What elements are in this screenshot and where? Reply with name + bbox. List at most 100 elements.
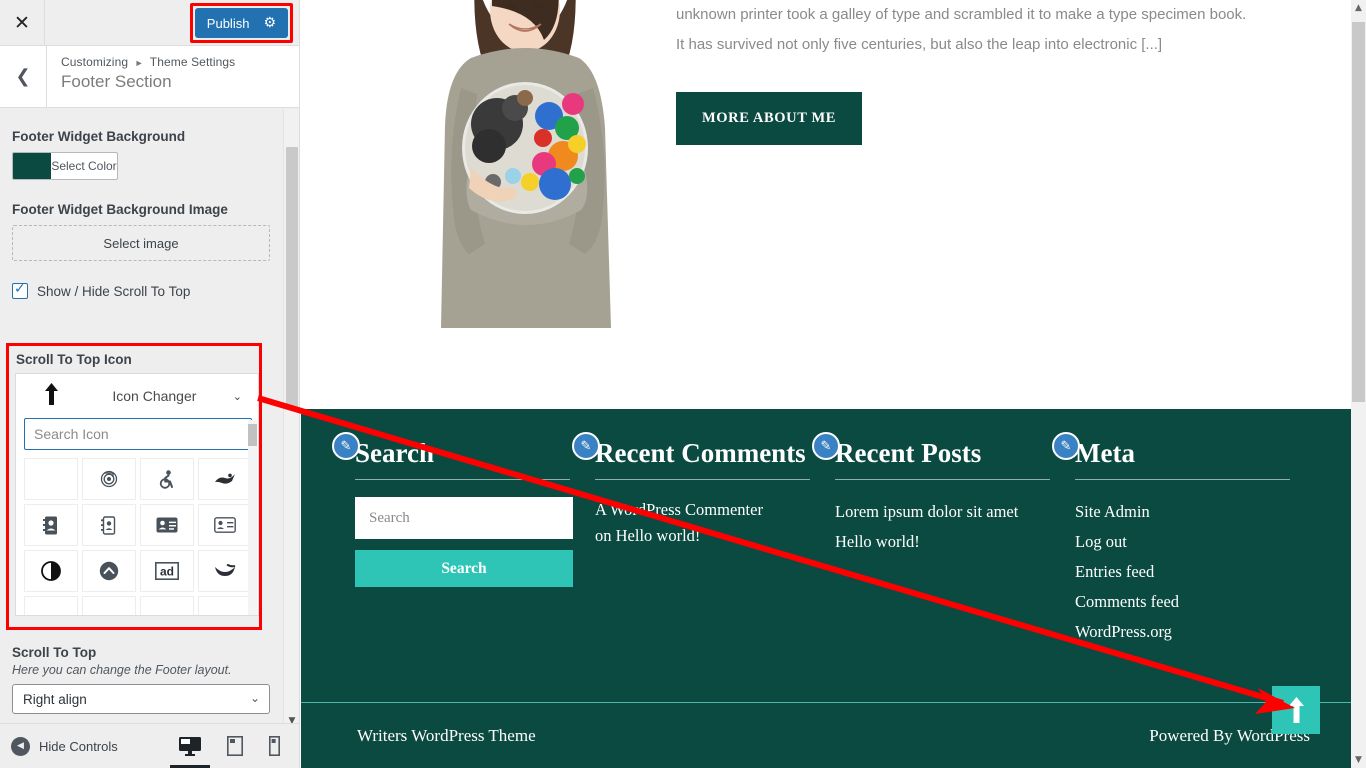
select-image-label: Select image: [103, 235, 179, 251]
icon-partial-2[interactable]: [82, 596, 136, 615]
list-item[interactable]: Site Admin: [1075, 497, 1315, 527]
icon-grid: ad: [16, 450, 258, 615]
footer-search-input[interactable]: [355, 497, 573, 539]
svg-text:ad: ad: [160, 564, 174, 578]
list-item[interactable]: Comments feed: [1075, 587, 1315, 617]
angle-up-circle-icon[interactable]: [82, 550, 136, 592]
widget-divider: [595, 479, 810, 480]
list-item[interactable]: Hello world!: [835, 527, 1075, 557]
address-book-outline-icon[interactable]: [82, 504, 136, 546]
icon-partial-1[interactable]: [24, 596, 78, 615]
widget-search: ✎ Search Search: [332, 432, 595, 647]
control-widget-background-image: Footer Widget Background Image Select im…: [12, 202, 288, 261]
footer-left-text: Writers WordPress Theme: [357, 725, 536, 745]
recent-comments-list: A WordPress Commenter on Hello world!: [595, 497, 835, 549]
scroll-to-top-button[interactable]: [1272, 686, 1320, 734]
wheelchair-accessible-icon[interactable]: [140, 458, 194, 500]
edit-pencil-icon[interactable]: ✎: [572, 432, 600, 460]
mobile-icon[interactable]: [269, 731, 280, 761]
swimmer-icon[interactable]: [198, 458, 252, 500]
select-image-button[interactable]: Select image: [12, 225, 270, 261]
back-button[interactable]: ❮: [0, 46, 47, 107]
icon-picker: Icon Changer ⌄ Search Icon ad: [15, 373, 259, 616]
publish-button[interactable]: Publish ⚙: [194, 8, 288, 38]
widget-recent-comments: ✎ Recent Comments A WordPress Commenter …: [572, 432, 835, 647]
collapse-arrow-icon: ◀: [11, 736, 30, 756]
site-preview: unknown printer took a galley of type an…: [301, 0, 1366, 768]
blank-icon[interactable]: [24, 458, 78, 500]
preview-scroll-thumb[interactable]: [1352, 22, 1365, 402]
customizer-scroll-thumb[interactable]: [286, 147, 298, 407]
more-about-me-button[interactable]: MORE ABOUT ME: [676, 92, 863, 145]
list-item[interactable]: WordPress.org: [1075, 617, 1315, 647]
fingerprint-icon[interactable]: [82, 458, 136, 500]
footer-bottom-bar: Writers WordPress Theme Powered By WordP…: [301, 703, 1366, 768]
breadcrumb-root: Customizing: [61, 55, 129, 69]
breadcrumb: Customizing ► Theme Settings: [61, 55, 235, 69]
breadcrumb-parent: Theme Settings: [149, 55, 236, 69]
list-item[interactable]: Lorem ipsum dolor sit amet: [835, 497, 1075, 527]
icon-picker-scrollbar[interactable]: [248, 420, 257, 615]
chevron-down-icon: ⌄: [249, 691, 260, 705]
ad-icon[interactable]: ad: [140, 550, 194, 592]
select-color-label: Select Color: [51, 159, 117, 173]
widget-background-label: Footer Widget Background: [12, 129, 186, 144]
scroll-up-arrow-icon[interactable]: ▲: [1351, 0, 1366, 16]
adn-icon[interactable]: [198, 550, 252, 592]
align-select[interactable]: Right align ⌄: [12, 684, 270, 714]
widget-divider: [355, 479, 570, 480]
widget-divider: [835, 479, 1050, 480]
icon-partial-4[interactable]: [198, 596, 252, 615]
hide-controls-label: Hide Controls: [39, 738, 118, 754]
desktop-icon[interactable]: [179, 731, 201, 761]
tablet-icon[interactable]: [227, 731, 243, 761]
address-card-outline-icon[interactable]: [198, 504, 252, 546]
list-item[interactable]: Log out: [1075, 527, 1315, 557]
address-book-solid-icon[interactable]: [24, 504, 78, 546]
edit-pencil-icon[interactable]: ✎: [1052, 432, 1080, 460]
control-widget-background: Footer Widget Background Select Color: [12, 129, 288, 180]
customizer-header: ✕ Publish ⚙: [0, 0, 299, 46]
section-header: ❮ Customizing ► Theme Settings Footer Se…: [0, 46, 299, 108]
search-icon-input[interactable]: [24, 418, 252, 450]
list-item[interactable]: on Hello world!: [595, 523, 835, 549]
widget-title: Search: [355, 438, 434, 468]
edit-pencil-icon[interactable]: ✎: [812, 432, 840, 460]
footer-search-button[interactable]: Search: [355, 550, 573, 587]
icon-changer-toggle[interactable]: Icon Changer ⌄: [16, 374, 258, 418]
icon-picker-scroll-thumb[interactable]: [248, 424, 257, 446]
chevron-down-icon: ⌄: [232, 389, 242, 403]
control-scroll-to-top-layout: Scroll To Top Here you can change the Fo…: [12, 645, 288, 714]
arrow-up-icon: [26, 382, 76, 410]
preview-scrollbar[interactable]: ▲ ▼: [1351, 0, 1366, 768]
scroll-down-arrow-icon[interactable]: ▼: [1351, 752, 1366, 768]
scroll-to-top-icon-highlight-box: Scroll To Top Icon Icon Changer ⌄ Search…: [6, 343, 262, 630]
widget-background-image-label: Footer Widget Background Image: [12, 202, 228, 217]
customizer-scrollbar[interactable]: ▼: [283, 109, 299, 729]
close-icon[interactable]: ✕: [0, 0, 45, 45]
adjust-icon[interactable]: [24, 550, 78, 592]
address-card-solid-icon[interactable]: [140, 504, 194, 546]
scroll-to-top-label: Scroll To Top: [12, 645, 97, 660]
widget-title: Meta: [1075, 438, 1135, 468]
color-swatch: [13, 153, 51, 179]
color-picker-button[interactable]: Select Color: [12, 152, 118, 180]
edit-pencil-icon[interactable]: ✎: [332, 432, 360, 460]
gear-icon[interactable]: ⚙: [263, 15, 276, 31]
customizer-panel: ✕ Publish ⚙ ❮ Customizing ► Theme Settin…: [0, 0, 300, 768]
author-photo: [397, 0, 641, 343]
list-item[interactable]: Entries feed: [1075, 557, 1315, 587]
checkbox-icon[interactable]: [12, 281, 28, 299]
icon-changer-label: Icon Changer: [112, 388, 197, 404]
show-hide-scroll-checkbox-row[interactable]: Show / Hide Scroll To Top: [12, 281, 288, 299]
breadcrumb-separator: ►: [134, 58, 144, 68]
list-item[interactable]: A WordPress Commenter: [595, 497, 835, 523]
hero-section: unknown printer took a galley of type an…: [301, 0, 1366, 409]
hide-controls-button[interactable]: ◀ Hide Controls: [0, 736, 118, 756]
widget-title: Recent Comments: [595, 438, 806, 468]
hero-paragraph-line-1: unknown printer took a galley of type an…: [676, 6, 1247, 23]
widget-meta: ✎ Meta Site Admin Log out Entries feed C…: [1052, 432, 1315, 647]
hero-paragraph-line-2: It has survived not only five centuries,…: [676, 36, 1163, 53]
icon-partial-3[interactable]: [140, 596, 194, 615]
scroll-to-top-icon-label: Scroll To Top Icon: [16, 352, 132, 367]
